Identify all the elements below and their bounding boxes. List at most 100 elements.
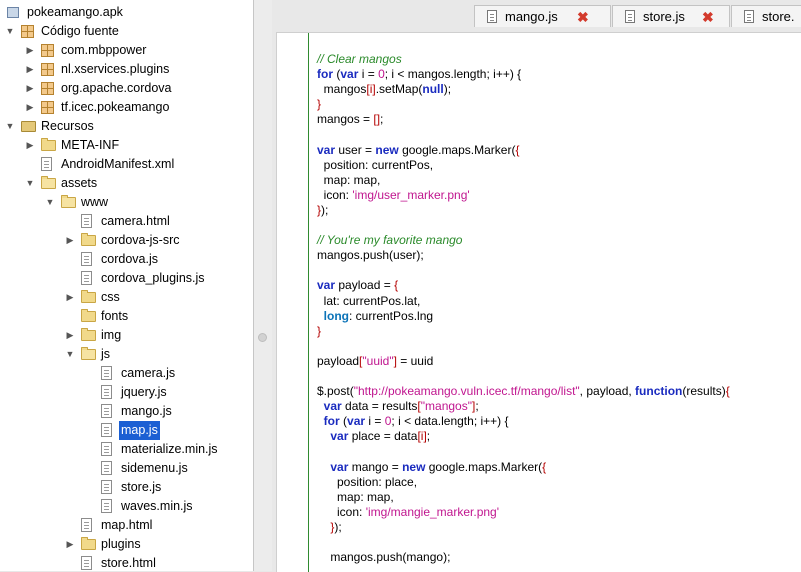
tree-item[interactable]: ▶ org.apache.cordova: [0, 79, 253, 98]
tree-item[interactable]: waves.min.js: [0, 497, 253, 516]
expand-down-icon[interactable]: ▼: [25, 174, 35, 193]
tree-item[interactable]: camera.html: [0, 212, 253, 231]
editor-tab[interactable]: store.: [731, 5, 801, 27]
tree-item[interactable]: ▼ assets: [0, 174, 253, 193]
tree-item[interactable]: AndroidManifest.xml: [0, 155, 253, 174]
code-token: map: map,: [317, 489, 394, 504]
tab-label: mango.js: [505, 9, 558, 24]
tree-item[interactable]: store.html: [0, 554, 253, 571]
file-icon: [101, 366, 112, 380]
tree-item[interactable]: map.html: [0, 516, 253, 535]
package-icon: [41, 44, 54, 57]
tree-item[interactable]: ▼ Recursos: [0, 117, 253, 136]
tree-item[interactable]: mango.js: [0, 402, 253, 421]
expand-right-icon[interactable]: ▶: [25, 98, 35, 117]
tree-item[interactable]: jquery.js: [0, 383, 253, 402]
tree-item[interactable]: cordova.js: [0, 250, 253, 269]
code-line: map: map,: [317, 490, 730, 505]
source-package-icon: [21, 25, 34, 38]
expand-right-icon[interactable]: ▶: [65, 326, 75, 345]
close-tab-icon[interactable]: ✖: [577, 6, 589, 28]
code-line: });: [317, 203, 730, 218]
file-icon: [101, 499, 112, 513]
expand-down-icon[interactable]: ▼: [45, 193, 55, 212]
tree-item[interactable]: sidemenu.js: [0, 459, 253, 478]
folder-icon: [81, 309, 96, 322]
code-line: });: [317, 520, 730, 535]
code-token: mangos.push(mango);: [317, 550, 451, 565]
expand-right-icon[interactable]: ▶: [65, 231, 75, 250]
tree-item[interactable]: store.js: [0, 478, 253, 497]
close-tab-icon[interactable]: ✖: [702, 6, 714, 28]
expand-down-icon[interactable]: ▼: [5, 22, 15, 41]
code-token: google.maps.Marker(: [398, 142, 516, 157]
tree-item[interactable]: ▶ tf.icec.pokeamango: [0, 98, 253, 117]
tree-item[interactable]: materialize.min.js: [0, 440, 253, 459]
tree-item[interactable]: fonts: [0, 307, 253, 326]
tree-item[interactable]: ▼ www: [0, 193, 253, 212]
file-icon: [101, 480, 112, 494]
tree-item-label: www: [81, 195, 109, 209]
tree-item-label: com.mbppower: [61, 43, 147, 57]
code-token: ;: [475, 399, 479, 414]
tree-item[interactable]: ▶ META-INF: [0, 136, 253, 155]
code-line: for (var i = 0; i < data.length; i++) {: [317, 414, 730, 429]
code-content[interactable]: // Clear mangos for (var i = 0; i < mango…: [317, 52, 730, 565]
code-token: );: [443, 82, 452, 97]
folder-icon: [41, 138, 56, 151]
tree-item[interactable]: ▼ Código fuente: [0, 22, 253, 41]
tree-item-label: js: [101, 347, 111, 361]
editor-tab[interactable]: store.js ✖: [612, 5, 730, 27]
expand-right-icon[interactable]: ▶: [25, 136, 35, 155]
tree-item-label: map.js: [119, 421, 160, 440]
expand-right-icon[interactable]: ▶: [65, 535, 75, 554]
folder-icon: [61, 195, 76, 208]
tree-item[interactable]: ▶ com.mbppower: [0, 41, 253, 60]
code-token: (: [339, 414, 348, 429]
tree-item-label: camera.html: [101, 214, 170, 228]
tab-label: store.js: [643, 9, 685, 24]
code-token: var: [347, 414, 366, 429]
package-icon: [41, 101, 54, 114]
file-icon: [81, 556, 92, 570]
expand-right-icon[interactable]: ▶: [25, 41, 35, 60]
tree-item[interactable]: ▶ cordova-js-src: [0, 231, 253, 250]
tree-item-label: cordova.js: [101, 252, 158, 266]
tree-item-label: map.html: [101, 518, 153, 532]
file-icon: [101, 404, 112, 418]
code-line: position: place,: [317, 475, 730, 490]
code-token: function: [635, 384, 683, 399]
panel-splitter[interactable]: [254, 0, 272, 571]
tree-item[interactable]: ▼ js: [0, 345, 253, 364]
splitter-grip-icon[interactable]: [258, 333, 267, 342]
code-token: lat: currentPos.lat,: [317, 293, 421, 308]
code-token: position: currentPos,: [317, 157, 434, 172]
expand-right-icon[interactable]: ▶: [25, 60, 35, 79]
code-token: position: place,: [317, 474, 418, 489]
js-file-icon: [487, 10, 497, 23]
tree-item[interactable]: cordova_plugins.js: [0, 269, 253, 288]
editor-tab[interactable]: mango.js ✖: [474, 5, 611, 27]
tree-item[interactable]: pokeamango.apk: [0, 3, 253, 22]
tree-item[interactable]: camera.js: [0, 364, 253, 383]
code-token: , payload,: [579, 384, 636, 399]
code-line: payload["uuid"] = uuid: [317, 354, 730, 369]
folder-icon: [81, 290, 96, 303]
tree-item[interactable]: map.js: [0, 421, 253, 440]
tree-item[interactable]: ▶ img: [0, 326, 253, 345]
tree-item[interactable]: ▶ nl.xservices.plugins: [0, 60, 253, 79]
code-editor[interactable]: // Clear mangos for (var i = 0; i < mango…: [276, 32, 801, 572]
expand-down-icon[interactable]: ▼: [65, 345, 75, 364]
code-line: }: [317, 324, 730, 339]
project-tree[interactable]: pokeamango.apk ▼ Código fuente ▶ com.mbppowe…: [0, 0, 254, 571]
tree-item[interactable]: ▶ css: [0, 288, 253, 307]
expand-down-icon[interactable]: ▼: [5, 117, 15, 136]
expand-right-icon[interactable]: ▶: [25, 79, 35, 98]
expand-right-icon[interactable]: ▶: [65, 288, 75, 307]
tree-item-label: org.apache.cordova: [61, 81, 172, 95]
tree-item[interactable]: ▶ plugins: [0, 535, 253, 554]
code-token: icon:: [317, 504, 366, 519]
